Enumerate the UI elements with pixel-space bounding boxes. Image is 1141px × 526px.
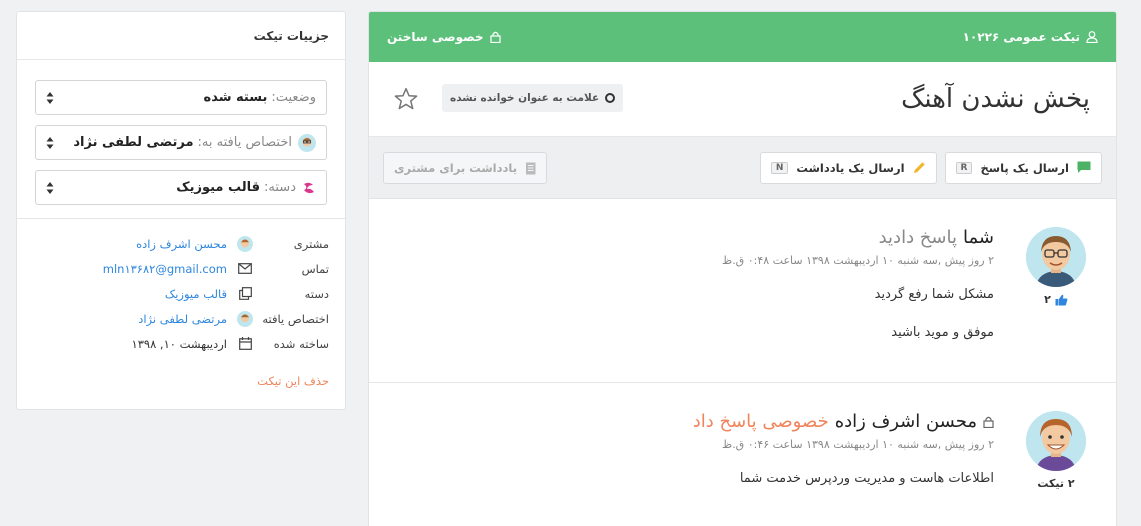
message-action: پاسخ دادید: [878, 227, 958, 248]
message-author: ۲ تیکت: [1026, 411, 1086, 490]
meta-customer-link[interactable]: محسن اشرف زاده: [136, 237, 227, 251]
category-logo-icon: [302, 181, 316, 195]
message-line: اطلاعات هاست و مدیریت وردپرس خدمت شما: [739, 471, 994, 486]
assignee-avatar-icon: [298, 133, 316, 152]
message-time: ۲ روز پیش ,سه شنبه ۱۰ اردیبهشت ۱۳۹۸ ساعت…: [722, 438, 994, 451]
message-body: محسن اشرف زاده خصوصی پاسخ داد ۲ روز پیش …: [474, 411, 994, 507]
meta-created-key: ساخته شده: [273, 336, 329, 351]
customer-avatar: [1026, 411, 1086, 471]
select-arrows-icon: [46, 92, 54, 104]
meta-assigned-key: اختصاص یافته: [262, 311, 329, 326]
select-arrows-icon: [46, 137, 54, 149]
meta-category-row: دسته قالب میوزیک: [33, 281, 329, 306]
notebook-icon: [526, 162, 536, 174]
message-heading: شما پاسخ دادید: [474, 227, 994, 248]
ticket-details-title: جزییات تیکت: [17, 12, 345, 60]
ticket-count[interactable]: ۲ تیکت: [1026, 477, 1086, 490]
copy-icon: [233, 287, 257, 300]
status-select[interactable]: وضعیت: بسته شده: [35, 80, 327, 115]
message-heading: محسن اشرف زاده خصوصی پاسخ داد: [474, 411, 994, 432]
meta-assigned-link[interactable]: مرتضی لطفی نژاد: [138, 312, 227, 326]
ticket-header-bar: تیکت عمومی ۱۰۲۲۶ خصوصی ساختن: [369, 12, 1116, 62]
customer-note-button[interactable]: یادداشت برای مشتری: [383, 152, 548, 184]
pencil-icon: [913, 162, 925, 173]
message-body: شما پاسخ دادید ۲ روز پیش ,سه شنبه ۱۰ ارد…: [474, 227, 994, 360]
ticket-title: پخش نشدن آهنگ: [901, 84, 1090, 114]
ticket-main-panel: تیکت عمومی ۱۰۲۲۶ خصوصی ساختن پخش نشدن آه…: [368, 11, 1117, 526]
mark-unread-label: علامت به عنوان خوانده نشده: [450, 92, 600, 104]
star-icon[interactable]: [393, 86, 419, 112]
select-arrows-icon: [46, 182, 54, 194]
meta-category-link[interactable]: قالب میوزیک: [165, 287, 227, 301]
meta-contact-key: تماس: [301, 261, 329, 276]
category-select[interactable]: دسته: قالب میوزیک: [35, 170, 327, 205]
note-shortcut: N: [770, 161, 789, 174]
assignee-label: اختصاص یافته به:: [197, 135, 292, 150]
ticket-type: تیکت عمومی ۱۰۲۲۶: [963, 30, 1098, 44]
send-note-button[interactable]: ارسال یک یادداشت N: [759, 151, 937, 184]
meta-contact-link[interactable]: mln۱۳۶۸۲@gmail.com: [103, 262, 227, 276]
assignee-select[interactable]: اختصاص یافته به: مرتضی لطفی نژاد: [35, 125, 327, 160]
message-author: ۲: [1026, 227, 1086, 306]
mail-icon: [233, 263, 257, 274]
status-label: وضعیت:: [271, 90, 316, 105]
message-time: ۲ روز پیش ,سه شنبه ۱۰ اردیبهشت ۱۳۹۸ ساعت…: [722, 254, 994, 267]
ticket-type-label: تیکت عمومی ۱۰۲۲۶: [962, 30, 1080, 44]
agent-avatar: [1026, 227, 1086, 287]
message-author-name: شما: [963, 227, 994, 248]
assignee-value: مرتضی لطفی نژاد: [73, 135, 194, 150]
ticket-title-bar: پخش نشدن آهنگ علامت به عنوان خوانده نشده: [369, 62, 1116, 137]
calendar-icon: [233, 337, 257, 350]
meta-created-row: ساخته شده اردیبهشت ۱۰, ۱۳۹۸: [33, 331, 329, 356]
customer-avatar-icon: [233, 235, 257, 252]
thumbs-up-icon: [1055, 294, 1068, 305]
send-reply-button[interactable]: ارسال یک پاسخ R: [944, 151, 1102, 184]
likes-value: ۲: [1044, 293, 1051, 306]
meta-customer-row: مشتری محسن اشرف زاده: [33, 231, 329, 256]
message-author-name[interactable]: محسن اشرف زاده: [835, 411, 977, 432]
lock-icon: [983, 416, 994, 428]
message-line: موفق و موید باشید: [891, 324, 994, 340]
delete-ticket-link[interactable]: حذف این تیکت: [33, 374, 329, 388]
meta-created-value: اردیبهشت ۱۰, ۱۳۹۸: [131, 336, 227, 351]
message-text: اطلاعات هاست و مدیریت وردپرس خدمت شما: [474, 469, 994, 489]
reply-toolbar: ارسال یک پاسخ R ارسال یک یادداشت N یاددا…: [369, 137, 1116, 199]
circle-icon: [605, 93, 616, 103]
category-value: قالب میوزیک: [176, 180, 261, 195]
ticket-details-panel: جزییات تیکت وضعیت: بسته شده اختصاص یافته…: [16, 11, 346, 410]
message-line: مشکل شما رفع گردید: [874, 287, 994, 302]
status-value: بسته شده: [203, 90, 268, 105]
make-private-button[interactable]: خصوصی ساختن: [387, 30, 501, 44]
send-reply-label: ارسال یک پاسخ: [980, 160, 1069, 175]
message-action: خصوصی پاسخ داد: [692, 411, 829, 432]
message-text: مشکل شما رفع گردید موفق و موید باشید: [474, 285, 994, 342]
likes-count[interactable]: ۲: [1026, 293, 1086, 306]
meta-customer-key: مشتری: [293, 236, 329, 251]
lock-icon: [489, 31, 501, 43]
meta-contact-row: تماس mln۱۳۶۸۲@gmail.com: [33, 256, 329, 281]
customer-note-label: یادداشت برای مشتری: [394, 161, 518, 175]
message-item: ۲ شما پاسخ دادید ۲ روز پیش ,سه شنبه ۱۰ ا…: [369, 199, 1116, 383]
assigned-avatar-icon: [233, 310, 257, 327]
mark-unread-button[interactable]: علامت به عنوان خوانده نشده: [442, 84, 624, 112]
comment-icon: [1077, 161, 1091, 173]
message-item: ۲ تیکت محسن اشرف زاده خصوصی پاسخ داد ۲ ر…: [369, 383, 1116, 526]
user-icon: [1086, 31, 1098, 43]
meta-assigned-row: اختصاص یافته مرتضی لطفی نژاد: [33, 306, 329, 331]
reply-shortcut: R: [955, 161, 973, 174]
send-note-label: ارسال یک یادداشت: [796, 160, 905, 175]
meta-category-key: دسته: [304, 286, 329, 301]
category-label: دسته:: [264, 180, 296, 195]
make-private-label: خصوصی ساختن: [387, 30, 484, 44]
